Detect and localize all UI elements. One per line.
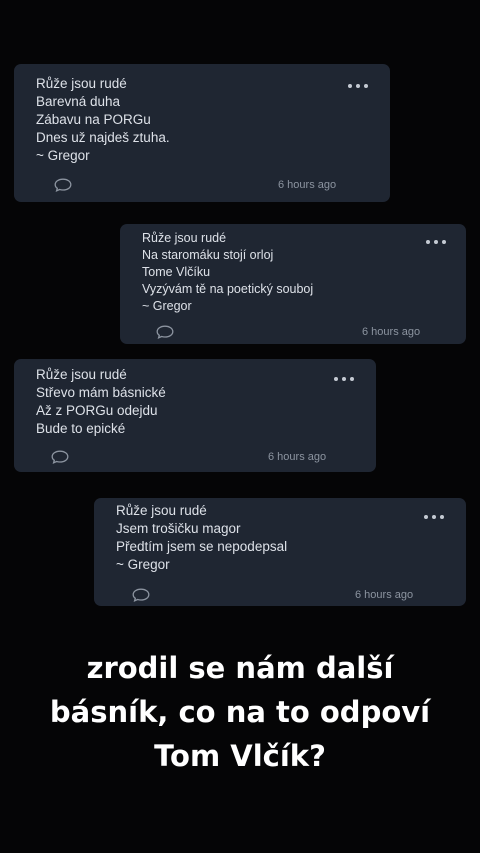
poem-line: Vyzývám tě na poetický souboj (142, 282, 314, 296)
caption-line: Tom Vlčík? (154, 739, 326, 773)
poem-line: Střevo mám básnické (36, 385, 166, 400)
more-options-icon[interactable] (348, 82, 368, 90)
timestamp: 6 hours ago (355, 589, 414, 601)
post-card[interactable]: Růže jsou rudé Jsem trošičku magor Předt… (94, 498, 466, 606)
story-caption: zrodil se nám další básník, co na to odp… (0, 646, 480, 778)
comment-bubble-icon[interactable] (54, 178, 72, 192)
post-card[interactable]: Růže jsou rudé Střevo mám básnické Až z … (14, 359, 376, 472)
timestamp: 6 hours ago (268, 451, 327, 463)
more-options-icon[interactable] (424, 513, 444, 521)
timestamp: 6 hours ago (362, 326, 421, 338)
poem-line: Předtím jsem se nepodepsal (116, 539, 288, 554)
poem-line: Růže jsou rudé (36, 76, 127, 91)
more-options-icon[interactable] (334, 375, 354, 383)
poem-line: Bude to epické (36, 421, 126, 436)
post-text: Růže jsou rudé Jsem trošičku magor Předt… (116, 502, 287, 574)
more-options-icon[interactable] (426, 238, 446, 246)
comment-bubble-icon[interactable] (156, 325, 174, 339)
poem-line: Až z PORGu odejdu (36, 403, 158, 418)
poem-line: Růže jsou rudé (116, 503, 207, 518)
post-text: Růže jsou rudé Střevo mám básnické Až z … (36, 366, 166, 438)
poem-line: Jsem trošičku magor (116, 521, 241, 536)
post-text: Růže jsou rudé Na staromáku stojí orloj … (142, 230, 313, 315)
poem-line: ~ Gregor (36, 148, 90, 163)
post-text: Růže jsou rudé Barevná duha Zábavu na PO… (36, 75, 170, 165)
poem-line: ~ Gregor (116, 557, 170, 572)
post-card[interactable]: Růže jsou rudé Na staromáku stojí orloj … (120, 224, 466, 344)
post-card[interactable]: Růže jsou rudé Barevná duha Zábavu na PO… (14, 64, 390, 202)
poem-line: Zábavu na PORGu (36, 112, 151, 127)
comment-bubble-icon[interactable] (51, 450, 69, 464)
poem-line: Dnes už najdeš ztuha. (36, 130, 170, 145)
poem-line: Tome Vlčíku (142, 265, 211, 279)
poem-line: Růže jsou rudé (142, 231, 227, 245)
caption-line: zrodil se nám další (86, 651, 394, 685)
poem-line: Na staromáku stojí orloj (142, 248, 274, 262)
poem-line: ~ Gregor (142, 299, 192, 313)
timestamp: 6 hours ago (278, 179, 337, 191)
caption-line: básník, co na to odpoví (49, 695, 431, 729)
story-screen: { "cards": [ { "lines": ["Růže jsou rudé… (0, 0, 480, 853)
poem-line: Růže jsou rudé (36, 367, 127, 382)
comment-bubble-icon[interactable] (132, 588, 150, 602)
poem-line: Barevná duha (36, 94, 121, 109)
